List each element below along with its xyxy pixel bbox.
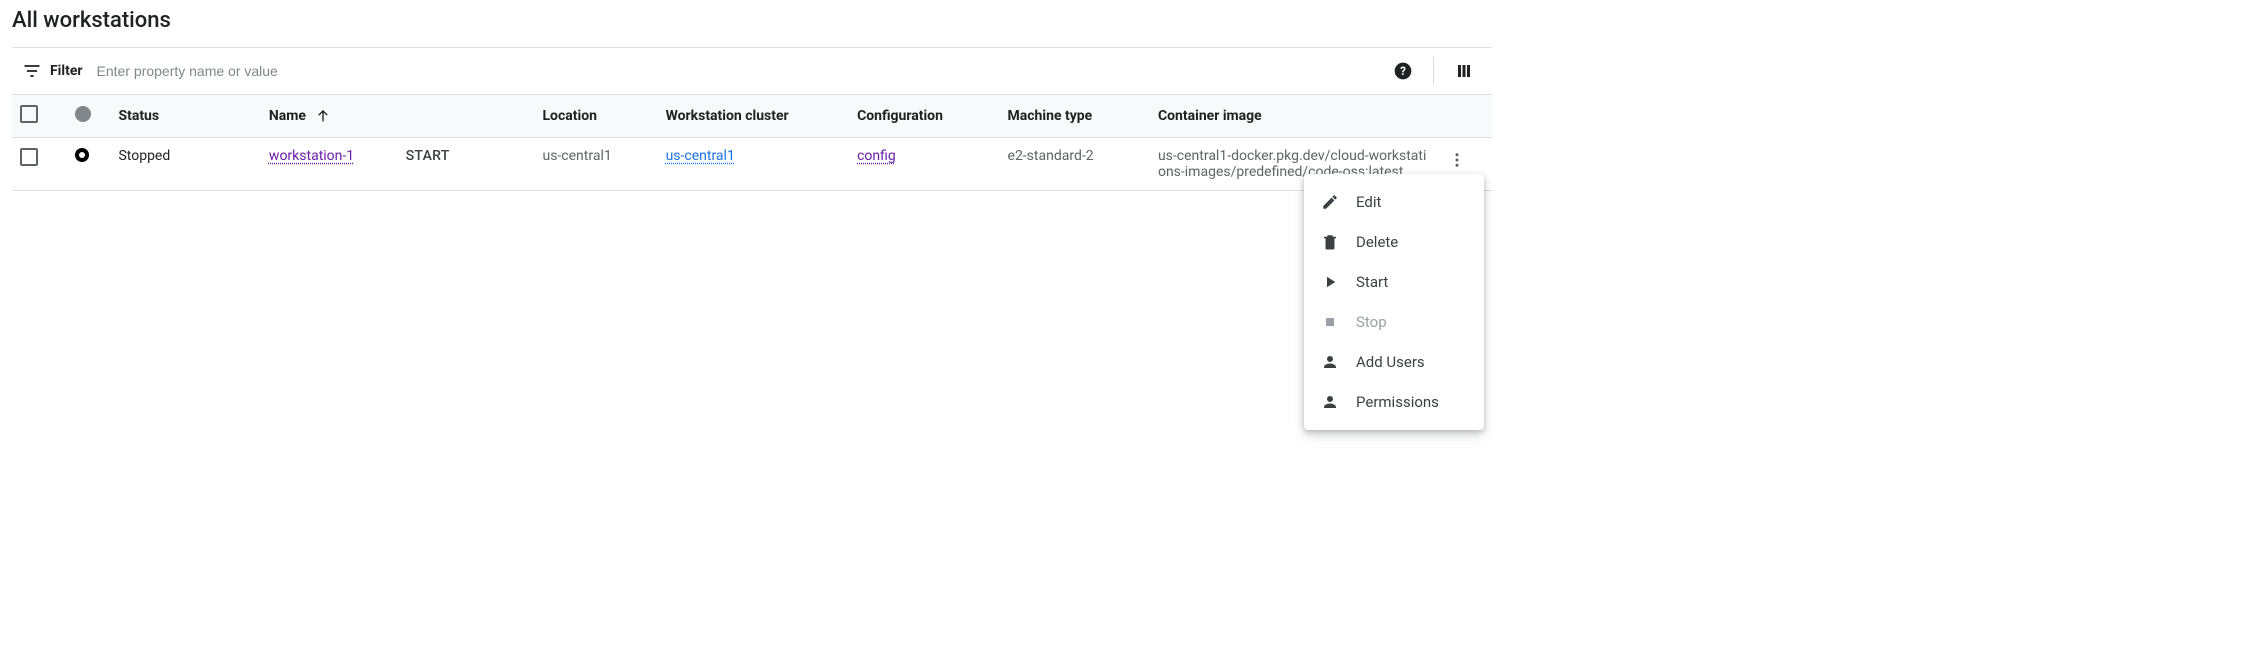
menu-add-users[interactable]: Add Users [1304, 342, 1484, 382]
table-header-row: Status Name Location Workstation cluster… [12, 95, 1492, 138]
row-actions-menu-button[interactable] [1445, 148, 1469, 172]
page-title: All workstations [12, 0, 1492, 47]
person-icon [1320, 392, 1340, 412]
menu-stop-label: Stop [1356, 313, 1387, 331]
header-cluster[interactable]: Workstation cluster [658, 95, 849, 138]
table-row: Stopped workstation-1 START us-central1 … [12, 138, 1492, 191]
header-machine-type[interactable]: Machine type [1000, 95, 1150, 138]
column-display-icon[interactable] [1444, 51, 1484, 91]
header-name-label: Name [269, 108, 306, 124]
cell-machine-type: e2-standard-2 [1000, 138, 1150, 191]
status-indicator-header [75, 106, 91, 122]
stop-icon [1320, 312, 1340, 332]
filter-label: Filter [50, 63, 83, 79]
config-link[interactable]: config [857, 148, 896, 164]
pencil-icon [1320, 192, 1340, 212]
row-actions-dropdown: Edit Delete Start [1304, 174, 1484, 430]
menu-edit-label: Edit [1356, 193, 1381, 211]
menu-add-users-label: Add Users [1356, 353, 1425, 371]
menu-permissions-label: Permissions [1356, 393, 1439, 411]
menu-start[interactable]: Start [1304, 262, 1484, 302]
header-name[interactable]: Name [261, 95, 398, 138]
toolbar-divider [1433, 57, 1434, 85]
menu-start-label: Start [1356, 273, 1388, 291]
filter-input[interactable] [95, 62, 1383, 80]
person-icon [1320, 352, 1340, 372]
menu-delete-label: Delete [1356, 233, 1398, 251]
filter-icon [20, 59, 44, 83]
filter-toolbar: Filter ? [12, 47, 1492, 95]
start-button[interactable]: START [406, 148, 450, 164]
select-all-checkbox[interactable] [20, 105, 38, 123]
menu-permissions[interactable]: Permissions [1304, 382, 1484, 422]
cluster-link[interactable]: us-central1 [666, 148, 735, 164]
play-icon [1320, 272, 1340, 292]
header-container-image[interactable]: Container image [1150, 95, 1437, 138]
sort-ascending-icon [315, 108, 331, 124]
workstation-name-link[interactable]: workstation-1 [269, 148, 354, 164]
header-location[interactable]: Location [534, 95, 657, 138]
header-config[interactable]: Configuration [849, 95, 999, 138]
row-checkbox[interactable] [20, 148, 38, 166]
status-stopped-icon [75, 148, 89, 162]
cell-status: Stopped [110, 138, 260, 191]
cell-location: us-central1 [534, 138, 657, 191]
menu-stop: Stop [1304, 302, 1484, 342]
menu-edit[interactable]: Edit [1304, 182, 1484, 222]
svg-text:?: ? [1400, 64, 1406, 78]
trash-icon [1320, 232, 1340, 252]
header-status[interactable]: Status [110, 95, 260, 138]
help-icon[interactable]: ? [1383, 51, 1423, 91]
workstations-table: Status Name Location Workstation cluster… [12, 95, 1492, 191]
menu-delete[interactable]: Delete [1304, 222, 1484, 262]
